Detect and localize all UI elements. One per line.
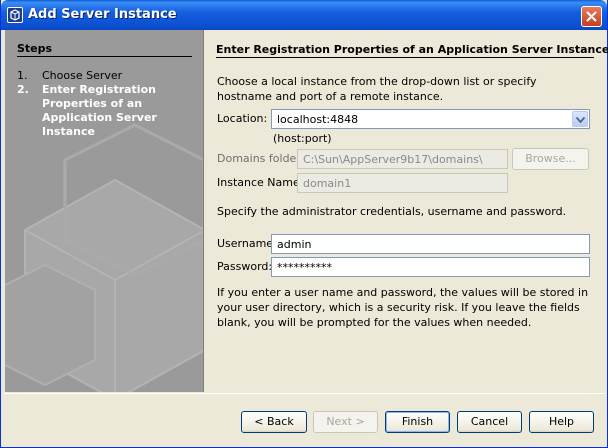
step-number: 2.	[17, 83, 29, 96]
step-label: Enter Registration Properties of an Appl…	[42, 83, 157, 138]
location-label: Location:	[217, 112, 268, 125]
cancel-button[interactable]: Cancel	[457, 411, 522, 433]
footer-divider	[4, 393, 605, 394]
close-icon[interactable]	[581, 6, 602, 27]
back-button[interactable]: < Back	[241, 411, 307, 433]
steps-panel: Steps 1. Choose Server 2. Enter Registra…	[5, 30, 204, 392]
password-field[interactable]: **********	[271, 257, 590, 277]
app-icon	[7, 7, 23, 23]
next-button[interactable]: Next >	[313, 411, 378, 433]
intro-text: Choose a local instance from the drop-do…	[217, 75, 537, 103]
help-button[interactable]: Help	[529, 411, 594, 433]
credentials-text: Specify the administrator credentials, u…	[217, 205, 567, 218]
instance-name-field[interactable]: domain1	[297, 173, 508, 193]
page-title: Enter Registration Properties of an Appl…	[216, 43, 608, 56]
title-bar[interactable]: Add Server Instance	[1, 0, 607, 30]
finish-button[interactable]: Finish	[385, 411, 450, 433]
browse-button[interactable]: Browse...	[512, 148, 589, 170]
location-hint: (host:port)	[273, 132, 332, 145]
steps-heading: Steps	[17, 42, 53, 55]
location-value: localhost:4848	[277, 113, 359, 126]
security-warning-text: If you enter a user name and password, t…	[217, 286, 589, 329]
domains-folder-label: Domains folder:	[217, 152, 305, 165]
username-label: Username:	[217, 237, 277, 250]
username-field[interactable]: admin	[271, 234, 590, 254]
step-label: Choose Server	[42, 69, 123, 82]
chevron-down-icon[interactable]	[572, 111, 588, 127]
domains-folder-field[interactable]: C:\Sun\AppServer9b17\domains\	[297, 149, 508, 169]
instance-name-label: Instance Name:	[217, 176, 304, 189]
window-title: Add Server Instance	[28, 7, 177, 22]
title-divider	[216, 57, 594, 58]
step-number: 1.	[17, 69, 28, 82]
dialog-body: Steps 1. Choose Server 2. Enter Registra…	[4, 30, 608, 444]
password-label: Password:	[217, 260, 273, 273]
add-server-instance-dialog: Add Server Instance Steps 1. Choose Serv…	[0, 0, 608, 448]
location-combobox[interactable]: localhost:4848	[271, 109, 590, 129]
content-panel: Enter Registration Properties of an Appl…	[204, 30, 608, 392]
steps-divider	[17, 56, 192, 57]
